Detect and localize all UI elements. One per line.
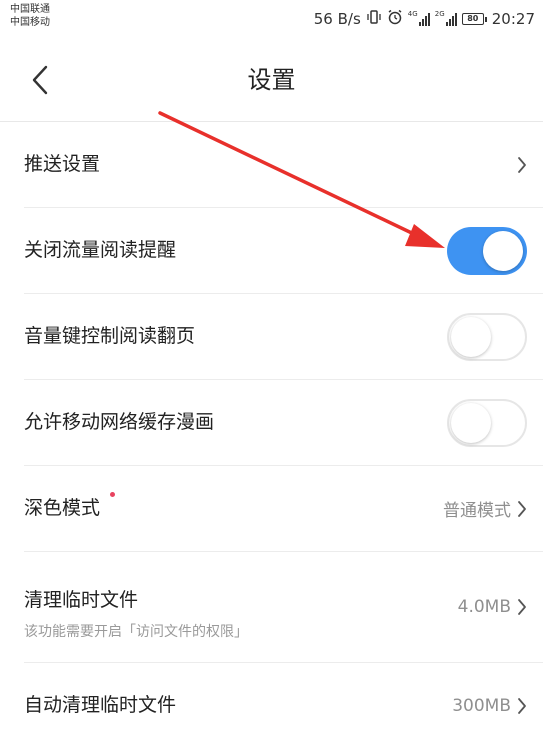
toggle-knob [451,402,491,443]
settings-screen: 中国联通 中国移动 56 B/s 4G 2G 80 20:27 设置 推送设置 … [0,0,543,739]
carrier-2: 中国移动 [10,17,50,28]
push-settings-label: 推送设置 [24,153,101,175]
chevron-right-icon [518,500,526,517]
vibrate-icon [366,10,382,28]
signal-1-tag: 4G [407,10,418,18]
nav-header: 设置 [0,40,543,122]
auto-clear-value: 300MB [452,696,511,716]
clock: 20:27 [491,10,535,28]
toggle-knob [451,316,491,357]
mobile-cache-label: 允许移动网络缓存漫画 [24,411,215,433]
temp-files-size: 4.0MB [457,597,511,617]
page-title: 设置 [247,66,296,94]
clear-temp-files-row[interactable]: 清理临时文件 该功能需要开启「访问文件的权限」 4.0MB [24,552,543,663]
dark-mode-value: 普通模式 [443,501,511,521]
chevron-right-icon [518,599,526,615]
signal-2-tag: 2G [434,10,445,18]
auto-clear-row[interactable]: 自动清理临时文件 300MB [24,663,543,739]
signal-4g-icon: 4G [407,10,430,26]
data-reminder-row: 关闭流量阅读提醒 [24,208,543,294]
alarm-icon [387,9,403,29]
status-icons: 56 B/s 4G 2G 80 20:27 [314,8,535,30]
data-reminder-label: 关闭流量阅读提醒 [24,239,177,261]
signal-2g-icon: 2G [434,10,457,26]
chevron-right-icon [518,698,526,714]
dark-mode-row[interactable]: 深色模式 普通模式 [24,466,543,552]
carrier-info: 中国联通 中国移动 [10,3,50,29]
toggle-knob [483,230,523,271]
battery-level: 80 [461,13,484,25]
clear-temp-files-label: 清理临时文件 [24,589,139,611]
new-badge-dot [110,492,115,497]
mobile-cache-toggle[interactable] [447,398,527,447]
volume-page-turn-toggle[interactable] [447,312,527,361]
clear-temp-files-hint: 该功能需要开启「访问文件的权限」 [24,624,248,640]
battery-icon: 80 [461,13,487,25]
push-settings-row[interactable]: 推送设置 [24,122,543,208]
network-speed: 56 B/s [313,10,361,28]
dark-mode-label: 深色模式 [24,497,101,519]
auto-clear-label: 自动清理临时文件 [24,694,177,716]
data-reminder-toggle[interactable] [447,226,527,275]
volume-page-turn-row: 音量键控制阅读翻页 [24,294,543,380]
volume-page-turn-label: 音量键控制阅读翻页 [24,325,196,347]
mobile-cache-row: 允许移动网络缓存漫画 [24,380,543,466]
chevron-right-icon [518,156,526,173]
carrier-1: 中国联通 [10,4,50,15]
status-bar: 中国联通 中国移动 56 B/s 4G 2G 80 20:27 [0,0,543,40]
settings-list: 推送设置 关闭流量阅读提醒 音量键控制阅读翻页 允许移动网络缓存漫画 深色模式 … [0,122,543,739]
